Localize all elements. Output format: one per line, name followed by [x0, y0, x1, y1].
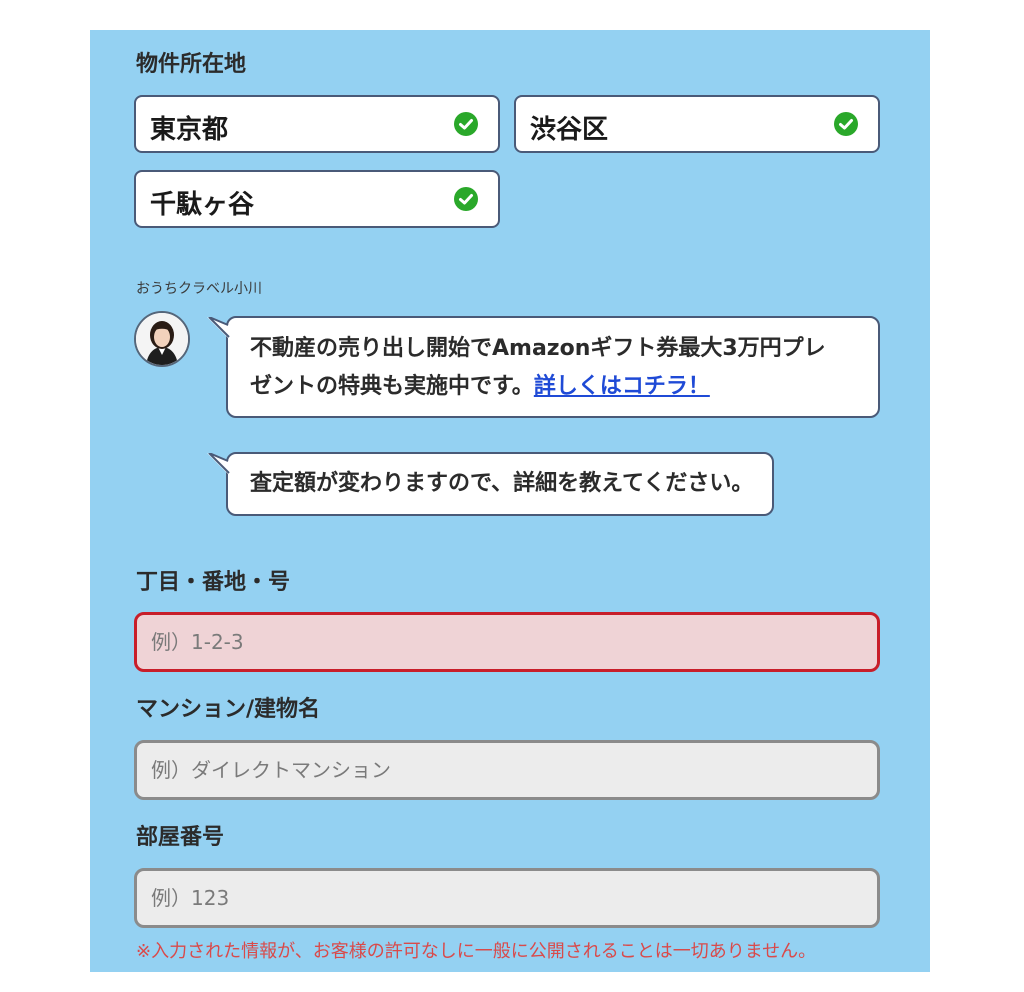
promo-message-text: 不動産の売り出し開始でAmazonギフト券最大3万円プレ ゼントの特典も実施中で… [250, 330, 826, 406]
check-circle-icon [454, 112, 478, 136]
location-label: 物件所在地 [136, 52, 247, 77]
building-label: マンション/建物名 [136, 697, 321, 722]
city-value: 渋谷区 [530, 115, 609, 145]
promo-line-1: 不動産の売り出し開始でAmazonギフト券最大3万円プレ [250, 336, 826, 361]
room-input[interactable] [134, 868, 880, 928]
building-input[interactable] [134, 740, 880, 800]
promo-line-2-text: ゼントの特典も実施中です。 [250, 374, 534, 399]
prefecture-value: 東京都 [150, 115, 229, 145]
promo-message-bubble: 不動産の売り出し開始でAmazonギフト券最大3万円プレ ゼントの特典も実施中で… [226, 316, 880, 418]
prompt-message-text: 査定額が変わりますので、詳細を教えてください。 [250, 471, 754, 496]
check-circle-icon [454, 187, 478, 211]
person-icon [136, 313, 188, 365]
city-select[interactable]: 渋谷区 [514, 95, 880, 153]
operator-avatar [134, 311, 190, 367]
prefecture-select[interactable]: 東京都 [134, 95, 500, 153]
room-label: 部屋番号 [136, 825, 225, 850]
privacy-notice: ※入力された情報が、お客様の許可なしに一般に公開されることは一切ありません。 [136, 941, 817, 962]
address-number-input[interactable] [134, 612, 880, 672]
check-circle-icon [834, 112, 858, 136]
operator-name: おうちクラベル小川 [136, 281, 262, 297]
address-number-label: 丁目・番地・号 [136, 570, 291, 595]
town-select[interactable]: 千駄ヶ谷 [134, 170, 500, 228]
prompt-message-bubble: 査定額が変わりますので、詳細を教えてください。 [226, 452, 774, 516]
bubble-tail [207, 453, 231, 475]
town-value: 千駄ヶ谷 [150, 190, 255, 220]
bubble-tail [207, 317, 231, 339]
promo-details-link[interactable]: 詳しくはコチラ！ [534, 374, 710, 399]
promo-line-2: ゼントの特典も実施中です。詳しくはコチラ！ [250, 368, 826, 406]
